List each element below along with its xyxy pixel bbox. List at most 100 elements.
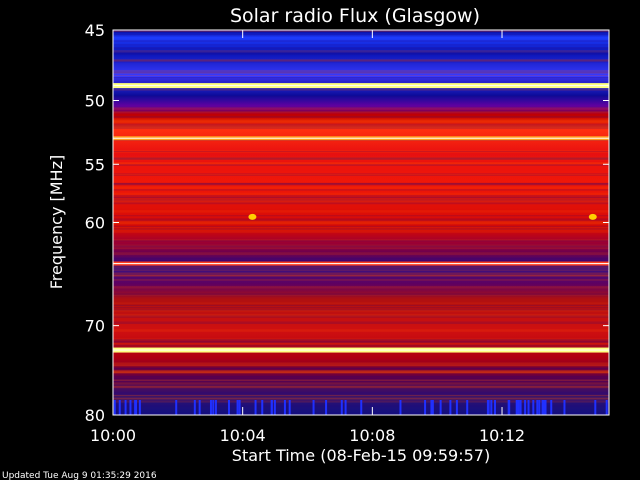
noise-streak (113, 385, 609, 389)
noise-streak (113, 260, 609, 262)
noise-streak (113, 40, 609, 43)
noise-streak (113, 269, 609, 271)
noise-column (118, 400, 121, 415)
noise-streak (113, 252, 609, 256)
noise-column (538, 400, 541, 415)
noise-column (254, 400, 257, 415)
noise-streak (113, 70, 609, 73)
noise-streak (113, 220, 609, 223)
noise-column (214, 400, 217, 415)
noise-column (340, 400, 343, 415)
noise-streak (113, 192, 609, 196)
noise-column (325, 400, 328, 415)
radio-burst (248, 213, 257, 220)
noise-streak (113, 342, 609, 346)
noise-streak (113, 106, 609, 109)
noise-streak (113, 375, 609, 378)
noise-streak (113, 50, 609, 53)
noise-column (288, 400, 291, 415)
noise-column (344, 400, 347, 415)
noise-column (124, 400, 127, 415)
noise-streak (113, 397, 609, 400)
noise-column (490, 400, 493, 415)
noise-streak (113, 59, 609, 63)
noise-streak (113, 382, 609, 385)
noise-streak (113, 108, 609, 110)
noise-streak (113, 314, 609, 317)
noise-streak (113, 321, 609, 325)
noise-column (527, 400, 530, 415)
noise-streak (113, 186, 609, 189)
noise-streak (113, 228, 609, 232)
noise-streak (113, 123, 609, 127)
noise-column (524, 400, 527, 415)
noise-streak (113, 247, 609, 250)
noise-streak (113, 189, 609, 191)
updated-timestamp: Updated Tue Aug 9 01:35:29 2016 (2, 471, 157, 480)
noise-streak (113, 109, 609, 113)
noise-column (113, 400, 116, 415)
noise-column (261, 400, 264, 415)
noise-streak (113, 239, 609, 242)
y-tick-label: 80 (85, 406, 105, 425)
noise-column (193, 400, 196, 415)
noise-column (273, 400, 276, 415)
y-tick-label: 55 (85, 155, 105, 174)
noise-column (175, 400, 178, 415)
noise-streak (113, 278, 609, 281)
noise-streak (113, 115, 609, 118)
noise-streak (113, 210, 609, 213)
noise-streak (113, 329, 609, 332)
spectrogram-chart: Solar radio Flux (Glasgow) 455055607080 … (0, 0, 640, 480)
noise-streak (113, 307, 609, 309)
noise-streak (113, 197, 609, 199)
noise-column (134, 400, 137, 415)
noise-streak (113, 52, 609, 55)
noise-streak (113, 222, 609, 225)
noise-streak (113, 272, 609, 274)
noise-streak (113, 173, 609, 176)
noise-column (209, 400, 212, 415)
noise-streak (113, 384, 609, 386)
noise-streak (113, 339, 609, 343)
frequency-band-core (113, 349, 609, 351)
noise-column (541, 400, 544, 415)
noise-streak (113, 47, 609, 50)
noise-streak (113, 118, 609, 122)
frequency-band-core (113, 137, 609, 139)
noise-streak (113, 379, 609, 381)
noise-column (519, 400, 522, 415)
frequency-band-core (113, 85, 609, 87)
noise-column (550, 400, 553, 415)
noise-streak (113, 95, 609, 98)
noise-streak (113, 34, 609, 36)
noise-streak (113, 74, 609, 77)
noise-column (455, 400, 458, 415)
noise-column (466, 400, 469, 415)
noise-column (563, 400, 566, 415)
noise-streak (113, 182, 609, 186)
chart-title: Solar radio Flux (Glasgow) (230, 5, 480, 27)
noise-column (486, 400, 489, 415)
noise-streak (113, 364, 609, 367)
x-tick-label: 10:08 (349, 426, 395, 445)
noise-streak (113, 30, 609, 33)
noise-streak (113, 126, 609, 129)
frequency-band-core (113, 263, 609, 265)
noise-column (449, 400, 452, 415)
noise-streak (113, 395, 609, 397)
y-tick-label: 50 (85, 92, 105, 111)
radio-burst (588, 213, 597, 220)
noise-column (594, 400, 597, 415)
noise-column (129, 400, 132, 415)
noise-column (494, 400, 497, 415)
y-tick-label: 45 (85, 21, 105, 40)
noise-streak (113, 370, 609, 374)
noise-streak (113, 88, 609, 91)
noise-column (517, 400, 520, 415)
noise-streak (113, 304, 609, 306)
x-tick-label: 10:12 (479, 426, 525, 445)
noise-column (138, 400, 141, 415)
x-axis-label: Start Time (08-Feb-15 09:59:57) (232, 446, 490, 465)
noise-column (399, 400, 402, 415)
